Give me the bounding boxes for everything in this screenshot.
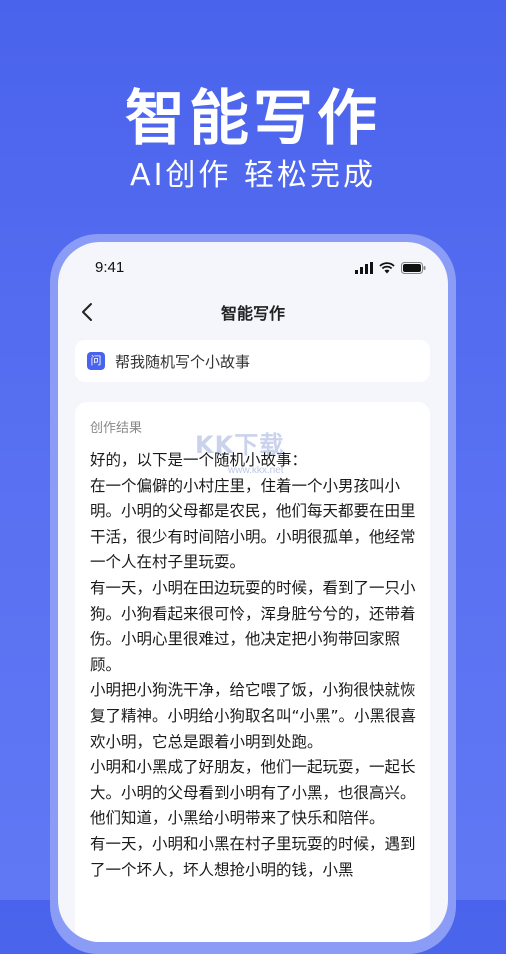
question-text: 帮我随机写个小故事 — [115, 353, 251, 371]
result-paragraph: 小明把小狗洗干净，给它喂了饭，小狗很快就恢复了精神。小明给小狗取名叫“小黑”。小… — [90, 681, 417, 751]
status-icons — [355, 262, 426, 274]
result-paragraph: 有一天，小明在田边玩耍的时候，看到了一只小狗。小狗看起来很可怜，浑身脏兮兮的，还… — [90, 578, 416, 674]
result-paragraph: 有一天，小明和小黑在村子里玩耍的时候，遇到了一个坏人，坏人想抢小明的钱，小黑 — [90, 834, 416, 879]
battery-icon — [401, 262, 426, 274]
question-badge: 问 — [87, 352, 105, 370]
result-paragraph: 小明和小黑成了好朋友，他们一起玩耍，一起长大。小明的父母看到小明有了小黑，也很高… — [90, 758, 416, 828]
result-label: 创作结果 — [90, 421, 143, 436]
page-title: 智能写作 — [220, 304, 285, 323]
wifi-icon — [379, 262, 395, 274]
phone-screen: 9:41 智能写作 问 帮我随机写个小故事 创作结果 好的，以下是一个随机小故事… — [58, 242, 448, 942]
result-paragraph: 在一个偏僻的小村庄里，住着一个小男孩叫小明。小明的父母都是农民，他们每天都要在田… — [90, 476, 416, 572]
hero-subtitle: AI创作 轻松完成 — [130, 158, 376, 193]
result-body: 好的，以下是一个随机小故事： 在一个偏僻的小村庄里，住着一个小男孩叫小明。小明的… — [90, 448, 420, 883]
hero-title: 智能写作 — [125, 84, 381, 154]
result-card: 创作结果 好的，以下是一个随机小故事： 在一个偏僻的小村庄里，住着一个小男孩叫小… — [75, 402, 430, 942]
question-card[interactable]: 问 帮我随机写个小故事 — [75, 340, 430, 382]
status-bar: 9:41 — [58, 256, 448, 280]
watermark: KK下载 — [195, 431, 285, 459]
watermark-url: www.kkx.net — [228, 465, 284, 476]
status-time: 9:41 — [95, 259, 125, 276]
signal-icon — [355, 262, 373, 274]
nav-bar: 智能写作 — [58, 294, 448, 330]
